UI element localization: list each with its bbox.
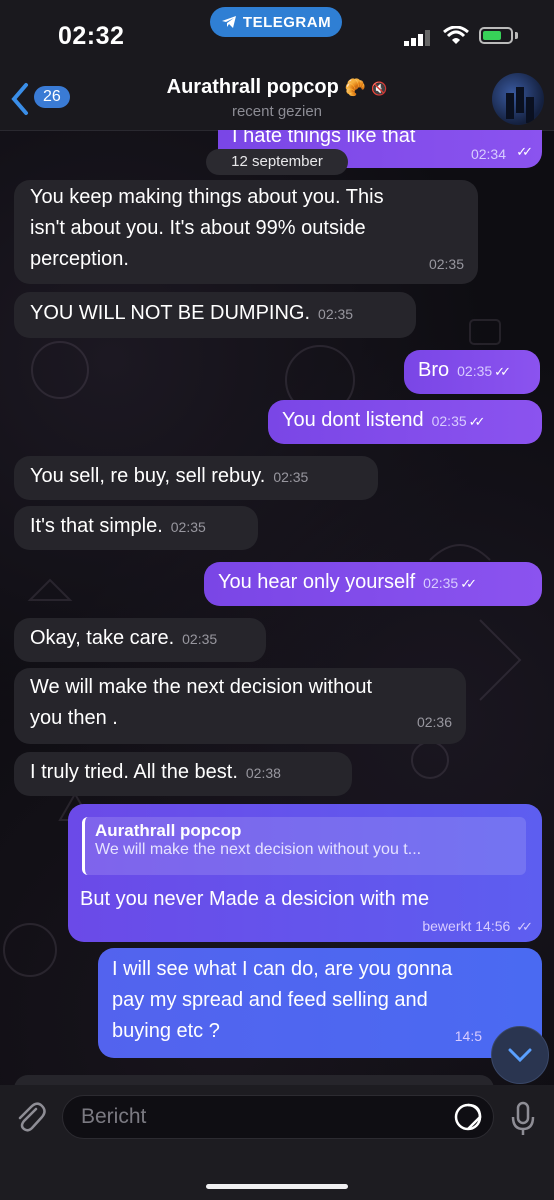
- message-text-line: You keep making things about you. This: [30, 186, 384, 208]
- reply-quote[interactable]: Aurathrall popcop We will make the next …: [82, 817, 526, 875]
- message-time: 02:35: [318, 306, 354, 322]
- battery-icon: [479, 27, 513, 44]
- message-text: You hear only yourself: [218, 571, 416, 593]
- message-input-field[interactable]: [62, 1095, 494, 1139]
- status-bar: 02:32 TELEGRAM: [0, 0, 554, 70]
- message-text-line: isn't about you. It's about 99% outside: [30, 217, 366, 239]
- microphone-icon[interactable]: [510, 1101, 536, 1137]
- message-text: It's that simple.: [30, 515, 163, 537]
- message-time: 02:35: [431, 413, 467, 429]
- message-bubble-in[interactable]: You sell, re buy, sell rebuy. 02:35: [14, 456, 378, 500]
- message-bubble-out[interactable]: You hear only yourself 02:35 ✓✓: [204, 562, 542, 606]
- message-text: Bro: [418, 359, 450, 381]
- message-time: 02:35: [428, 256, 464, 272]
- message-bubble-in[interactable]: Okay, take care. 02:35: [14, 618, 266, 662]
- telegram-plane-icon: [221, 16, 236, 28]
- message-time: 02:34: [470, 146, 506, 162]
- message-bubble-in[interactable]: You keep making things about you. This i…: [14, 180, 478, 284]
- message-text: But you never Made a desicion with me: [80, 888, 430, 910]
- chat-title-text: Aurathrall popcop: [166, 76, 339, 98]
- message-input[interactable]: [79, 1104, 443, 1130]
- read-check-icon: ✓✓: [468, 414, 486, 429]
- title-emoji: 🥐: [344, 78, 366, 97]
- reply-sender-name: Aurathrall popcop: [95, 821, 242, 840]
- message-text-line: you then .: [30, 707, 118, 729]
- message-time: 14:56: [475, 918, 511, 934]
- message-text: You sell, re buy, sell rebuy.: [30, 465, 266, 487]
- message-time: 02:35: [170, 519, 206, 535]
- message-text: Okay, take care.: [30, 627, 175, 649]
- message-time: 02:35: [457, 363, 493, 379]
- message-text: YOU WILL NOT BE DUMPING.: [30, 302, 311, 324]
- chevron-down-icon: [508, 1048, 532, 1062]
- sticker-icon[interactable]: [453, 1102, 483, 1132]
- last-seen-status: recent gezien: [231, 103, 323, 120]
- read-check-icon: ✓✓: [516, 144, 533, 159]
- home-indicator: [206, 1184, 348, 1189]
- message-text: You dont listend: [282, 409, 424, 431]
- clock: 02:32: [58, 22, 125, 50]
- chat-header: 26 Aurathrall popcop 🥐 🔇 recent gezien: [0, 70, 554, 131]
- read-check-icon: ✓✓: [460, 576, 477, 591]
- cellular-signal-icon: [404, 30, 430, 46]
- message-time: 02:35: [423, 575, 459, 591]
- message-time: 02:35: [273, 469, 309, 485]
- message-text-line: We will make the next decision without: [30, 676, 373, 698]
- battery-cap: [515, 32, 518, 39]
- chat-title[interactable]: Aurathrall popcop 🥐 🔇: [0, 76, 554, 99]
- read-check-icon: ✓✓: [494, 364, 511, 379]
- contact-avatar[interactable]: [492, 73, 544, 125]
- message-text-line: perception.: [30, 248, 129, 270]
- read-check-icon: ✓✓: [516, 919, 533, 934]
- message-bubble-out[interactable]: You dont listend 02:35 ✓✓: [268, 400, 542, 444]
- scroll-down-button[interactable]: [491, 1026, 549, 1084]
- telegram-pill-label: TELEGRAM: [242, 13, 332, 31]
- message-text-line: pay my spread and feed selling and: [112, 989, 428, 1011]
- edited-label: bewerkt: [422, 918, 472, 934]
- message-bubble-out[interactable]: Bro 02:35 ✓✓: [404, 350, 540, 394]
- reply-quoted-text: We will make the next decision without y…: [95, 841, 422, 858]
- message-bubble-in[interactable]: YOU WILL NOT BE DUMPING. 02:35: [14, 292, 416, 338]
- wifi-icon: [443, 26, 469, 44]
- message-time: 14:5: [454, 1028, 482, 1044]
- message-text-line: I will see what I can do, are you gonna: [112, 958, 453, 980]
- telegram-return-pill[interactable]: TELEGRAM: [210, 7, 342, 37]
- composer-bar: [0, 1085, 554, 1200]
- message-bubble-in[interactable]: We will make the next decision without y…: [14, 668, 466, 744]
- message-text: I hate things like that: [232, 130, 416, 147]
- message-time: 02:36: [416, 714, 452, 730]
- attach-paperclip-icon[interactable]: [14, 1099, 46, 1135]
- message-meta: bewerkt 14:56 ✓✓: [422, 918, 533, 935]
- message-text: I truly tried. All the best.: [30, 761, 238, 783]
- message-time: 02:35: [182, 631, 218, 647]
- message-time: 02:38: [245, 765, 281, 781]
- message-bubble-in[interactable]: It's that simple. 02:35: [14, 506, 258, 550]
- date-separator: 12 september: [206, 149, 348, 175]
- muted-speaker-icon: 🔇: [371, 81, 388, 96]
- message-bubble-in[interactable]: I truly tried. All the best. 02:38: [14, 752, 352, 796]
- message-bubble-out[interactable]: I will see what I can do, are you gonna …: [98, 948, 542, 1058]
